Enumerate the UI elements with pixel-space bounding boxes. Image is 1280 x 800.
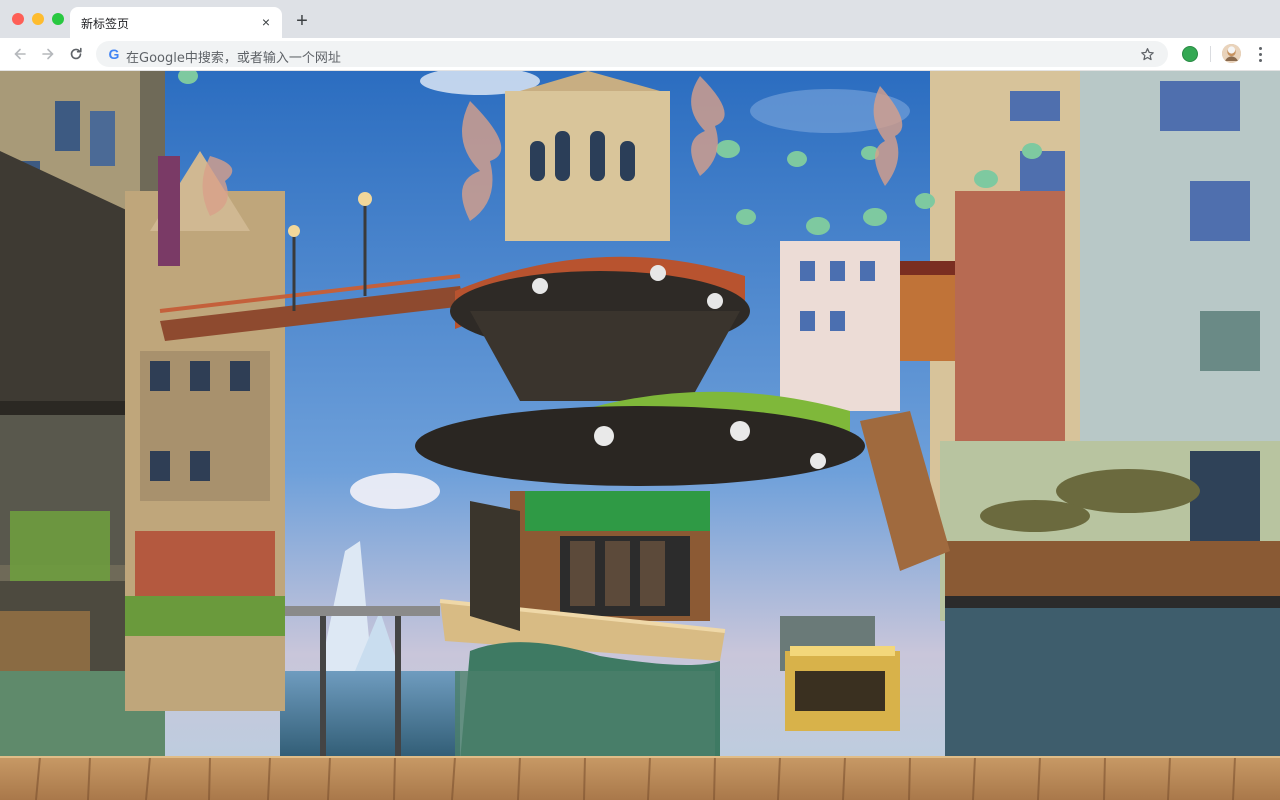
forward-button[interactable] <box>38 44 58 64</box>
zoom-window-button[interactable] <box>52 13 64 25</box>
reload-button[interactable] <box>66 44 86 64</box>
google-icon: G <box>108 46 120 62</box>
bookmark-star-button[interactable] <box>1138 45 1156 63</box>
forward-arrow-icon <box>42 48 54 60</box>
close-window-button[interactable] <box>12 13 24 25</box>
tab-new-tab[interactable]: 新标签页 × <box>70 7 282 38</box>
toolbar-divider <box>1210 46 1211 62</box>
minimize-window-button[interactable] <box>32 13 44 25</box>
toolbar: G 在Google中搜索，或者输入一个网址 <box>0 38 1280 71</box>
address-bar[interactable]: G 在Google中搜索，或者输入一个网址 <box>96 41 1168 67</box>
address-bar-placeholder: 在Google中搜索，或者输入一个网址 <box>126 51 341 66</box>
reload-icon <box>70 47 82 60</box>
tab-close-icon[interactable]: × <box>258 14 274 30</box>
back-button[interactable] <box>10 44 30 64</box>
browser-window: 新标签页 × + G 在Google中搜索，或者输入一个网址 <box>0 0 1280 800</box>
extension-icon[interactable] <box>1182 46 1198 62</box>
profile-avatar-icon[interactable] <box>1222 44 1241 63</box>
star-icon <box>1140 47 1154 60</box>
back-arrow-icon <box>14 48 26 60</box>
tab-strip: 新标签页 × + <box>0 0 1280 38</box>
chrome-menu-button[interactable] <box>1252 45 1268 63</box>
tab-title: 新标签页 <box>81 17 130 31</box>
background-artwork <box>0 71 1280 800</box>
new-tab-button[interactable]: + <box>292 11 312 31</box>
new-tab-page <box>0 71 1280 800</box>
